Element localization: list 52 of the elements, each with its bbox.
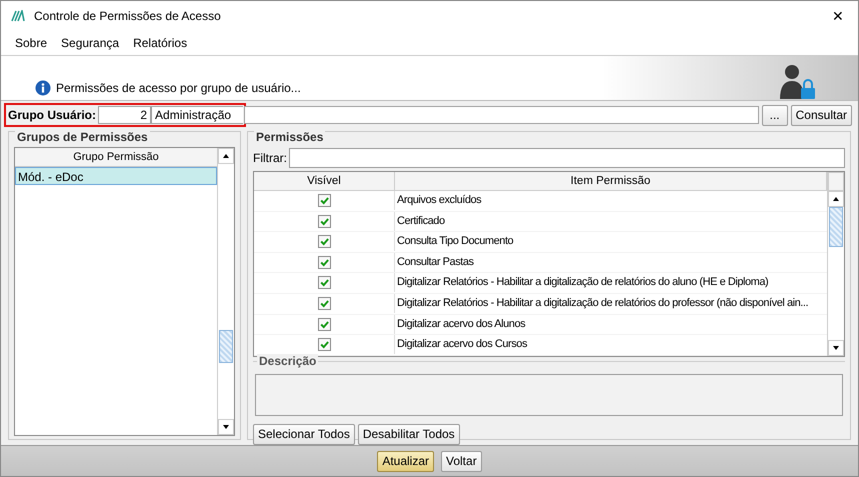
- description-title: Descrição: [257, 354, 318, 368]
- scroll-down-icon[interactable]: [222, 423, 230, 431]
- column-header[interactable]: Item Permissão: [395, 172, 827, 191]
- checkbox[interactable]: [318, 256, 330, 269]
- column-header[interactable]: Visível: [254, 172, 395, 191]
- filter-label: Filtrar:: [253, 151, 287, 165]
- user-group-name-field[interactable]: Administração: [151, 106, 244, 124]
- table-cell-text: Digitalizar Relatórios - Habilitar a digitalização de relatórios do aluno (HE e Diploma): [396, 275, 770, 290]
- user-group-label: Grupo Usuário:: [8, 108, 96, 122]
- description-field[interactable]: [255, 374, 843, 416]
- table-cell-text: Certificado: [396, 214, 446, 229]
- checkbox[interactable]: [318, 318, 330, 331]
- checkbox[interactable]: [318, 194, 330, 207]
- header-message: Permissões de acesso por grupo de usuário...: [56, 81, 301, 95]
- permissions-title: Permissões: [254, 130, 326, 144]
- menu-item[interactable]: Segurança: [55, 34, 126, 52]
- checkbox[interactable]: [318, 296, 330, 310]
- action-button[interactable]: Desabilitar Todos: [358, 424, 460, 445]
- scroll-thumb[interactable]: [219, 330, 233, 363]
- checkbox[interactable]: [318, 338, 330, 352]
- search-button[interactable]: Consultar: [790, 104, 852, 126]
- info-icon: [35, 80, 51, 96]
- scroll-up-icon[interactable]: [832, 195, 840, 203]
- table-cell-text: Digitalizar acervo dos Cursos: [396, 337, 528, 352]
- group-row[interactable]: Mód. - eDoc: [15, 167, 217, 185]
- table-cell-text: Consultar Pastas: [396, 254, 475, 270]
- window-title: Controle de Permissões de Acesso: [34, 9, 221, 23]
- action-button[interactable]: Selecionar Todos: [253, 424, 355, 445]
- filter-field[interactable]: [289, 148, 845, 168]
- menu-item[interactable]: Sobre: [9, 34, 54, 52]
- checkbox[interactable]: [318, 276, 330, 290]
- menu-item[interactable]: Relatórios: [127, 34, 194, 52]
- table-cell-text: Arquivos excluídos: [396, 193, 482, 208]
- scrollbar[interactable]: [217, 148, 234, 435]
- scroll-up-icon[interactable]: [222, 152, 230, 160]
- user-group-name-field-extension[interactable]: [244, 106, 759, 124]
- checkbox[interactable]: [318, 214, 330, 228]
- scroll-thumb[interactable]: [829, 207, 843, 247]
- column-header[interactable]: Grupo Permissão: [15, 148, 217, 167]
- table-cell-text: Consulta Tipo Documento: [396, 234, 514, 250]
- checkbox[interactable]: [318, 235, 330, 248]
- user-group-code-field[interactable]: 2: [98, 106, 152, 124]
- footer-button[interactable]: Voltar: [441, 450, 482, 472]
- browse-button[interactable]: ...: [762, 104, 788, 126]
- app-logo-icon: [11, 10, 25, 22]
- scroll-down-icon[interactable]: [832, 344, 840, 352]
- table-cell-text: Digitalizar acervo dos Alunos: [396, 316, 526, 332]
- table-cell-text: Digitalizar Relatórios - Habilitar a digitalização de relatórios do professor (não disponível ain...: [396, 296, 810, 311]
- close-button[interactable]: ✕: [818, 1, 858, 31]
- groups-title: Grupos de Permissões: [15, 130, 150, 144]
- default-button[interactable]: Atualizar: [377, 450, 434, 472]
- scrollbar[interactable]: [827, 172, 844, 356]
